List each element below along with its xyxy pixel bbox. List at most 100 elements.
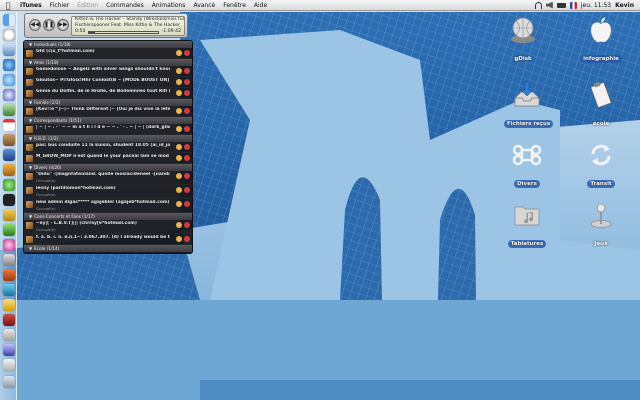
dock-msn-icon[interactable] <box>3 179 15 191</box>
block-status-icon[interactable] <box>184 68 190 74</box>
contact-row[interactable]: | ~ | ~ . · ' ~ ~ m a t h i l d e ~ ~ . … <box>24 124 192 135</box>
contact-row[interactable]: f. a. b. i. n. e.n.1~: 3.067.307. (d) I … <box>24 234 192 245</box>
desktop-icon-jeux[interactable]: Jeux <box>578 200 624 249</box>
block-status-icon[interactable] <box>184 187 190 193</box>
block-status-icon[interactable] <box>184 108 190 114</box>
disclosure-triangle-icon[interactable]: ▼ <box>29 117 32 124</box>
menubar-user[interactable]: Kevin <box>615 0 634 11</box>
desktop-icon-fichiers-recus[interactable]: Fichiers reçus <box>504 80 554 129</box>
dock-app-icon-21[interactable] <box>3 329 15 341</box>
menu-edition[interactable]: Édition <box>73 0 102 11</box>
menu-avance[interactable]: Avancé <box>189 0 219 11</box>
block-status-icon[interactable] <box>184 201 190 207</box>
contact-row[interactable]: pas: bus conduite 11 la kuisin, shudent … <box>24 142 192 153</box>
block-status-icon[interactable] <box>184 90 190 96</box>
block-status-icon[interactable] <box>184 79 190 85</box>
contact-row[interactable]: Gnnie du Dolfin. de m Hrolle, de Bollemn… <box>24 88 192 99</box>
dock-finder-icon[interactable] <box>3 14 15 26</box>
apple-menu-icon[interactable]:  <box>0 0 16 11</box>
desktop-icon-transit[interactable]: Transit <box>578 140 624 189</box>
contact-row[interactable]: ~ey|[ - L.B.V.T]||| (chrrsy[6*hotmail.co… <box>24 220 192 234</box>
msn-buddy-icon <box>176 201 182 207</box>
disclosure-triangle-icon[interactable]: ▼ <box>29 245 32 252</box>
contact-status: Occupé(e) <box>36 206 56 211</box>
dock-app-icon-14[interactable] <box>3 224 15 236</box>
disclosure-triangle-icon[interactable]: ▼ <box>29 164 32 171</box>
block-status-icon[interactable] <box>184 144 190 150</box>
menubar-clock[interactable]: jeu. 11:53 <box>581 0 611 11</box>
block-status-icon[interactable] <box>184 155 190 161</box>
dock-app-icon-17[interactable] <box>3 269 15 281</box>
contact-row[interactable]: Gfd (c|o_t*hotmail.com) <box>24 48 192 59</box>
play-pause-button[interactable]: ❚❚ <box>43 19 55 31</box>
dock-app-icon-18[interactable] <box>3 284 15 296</box>
menu-app-name[interactable]: iTunes <box>16 0 46 11</box>
dock-clock-icon[interactable] <box>3 29 15 41</box>
dock-ichat-icon[interactable] <box>3 74 15 86</box>
contact-group-header[interactable]: ▼ Correspondants (1/51) <box>24 117 192 124</box>
desktop-icon-tablatures[interactable]: Tablatures <box>504 200 550 249</box>
block-status-icon[interactable] <box>184 126 190 132</box>
block-status-icon[interactable] <box>184 222 190 228</box>
contact-group-header[interactable]: ▼ Individuals (1/18) <box>24 41 192 48</box>
contact-group-header[interactable]: ▼ R.B.D. (1/2) <box>24 135 192 142</box>
dock-terminal-icon[interactable] <box>3 194 15 206</box>
dock-mail-icon[interactable] <box>3 44 15 56</box>
contact-row[interactable]: "Didu" -[magnfatenland. quelle moslacide… <box>24 171 192 185</box>
dock-app-icon-13[interactable] <box>3 209 15 221</box>
dock-ical-icon[interactable] <box>3 119 15 131</box>
dock-app-icon-22[interactable] <box>3 344 15 356</box>
contact-group-header[interactable]: ▼ Amis (1/18) <box>24 59 192 66</box>
input-flag-icon[interactable] <box>569 1 577 9</box>
desktop-icon-label: gDisk <box>514 56 532 62</box>
block-status-icon[interactable] <box>184 236 190 242</box>
contact-row[interactable]: M_GROW_MOP n'est quand le your pacnal la… <box>24 153 192 164</box>
desktop-icon-divers[interactable]: Divers <box>504 140 550 189</box>
dock-safari-icon[interactable] <box>3 59 15 71</box>
track-progress-bar[interactable] <box>88 30 159 34</box>
itunes-lcd-display[interactable]: Kitten & The Hacker – Standy (Wreckelsmi… <box>71 16 185 36</box>
dock-app-icon-15[interactable] <box>3 239 15 251</box>
contact-group-header[interactable]: ▼ École (1/14) <box>24 245 192 252</box>
menu-commandes[interactable]: Commandes <box>102 0 148 11</box>
menu-animations[interactable]: Animations <box>148 0 190 11</box>
contact-row[interactable]: Gillier me helle! ... lor isomes out le … <box>24 252 192 253</box>
dock-photoshop-icon[interactable] <box>3 149 15 161</box>
dock-addressbook-icon[interactable] <box>3 134 15 146</box>
contact-group-header[interactable]: ▼ Famille (2/2) <box>24 99 192 106</box>
contact-row[interactable]: Gamedolose ~ Angelz with silver wings sh… <box>24 66 192 77</box>
volume-icon[interactable] <box>545 1 553 9</box>
contact-row[interactable]: [Kev!!e™]~|~ Think Different |~ [Oui je … <box>24 106 192 117</box>
dock-app-icon-23[interactable] <box>3 359 15 371</box>
dock-app-icon-20[interactable] <box>3 314 15 326</box>
contact-row[interactable]: Gloutos~ Pi!Gfoix!Hhr Conlost(B ~ [MODE … <box>24 77 192 88</box>
desktop-icon-infographie[interactable]: infographie <box>578 15 624 64</box>
dock-illustrator-icon[interactable] <box>3 164 15 176</box>
previous-track-button[interactable]: ◀◀ <box>29 19 41 31</box>
dock-itunes-icon[interactable] <box>3 89 15 101</box>
menu-aide[interactable]: Aide <box>250 0 271 11</box>
contact-row[interactable]: lesny (parlillomon*hotmail.com) Occupé(e) <box>24 185 192 199</box>
wifi-icon[interactable] <box>534 1 542 9</box>
menu-fichier[interactable]: Fichier <box>46 0 74 11</box>
next-track-button[interactable]: ▶▶ <box>57 19 69 31</box>
block-status-icon[interactable] <box>184 173 190 179</box>
contact-row[interactable]: new admin digas***** agajebler (agajeb*h… <box>24 199 192 213</box>
disclosure-triangle-icon[interactable]: ▼ <box>29 41 32 48</box>
battery-icon[interactable] <box>556 2 566 8</box>
disclosure-triangle-icon[interactable]: ▼ <box>29 59 32 66</box>
disclosure-triangle-icon[interactable]: ▼ <box>29 99 32 106</box>
contact-group-header[interactable]: ▼ Divers (4/26) <box>24 164 192 171</box>
dock-trash-icon[interactable] <box>3 376 15 388</box>
menu-fenetre[interactable]: Fenêtre <box>219 0 250 11</box>
disclosure-triangle-icon[interactable]: ▼ <box>29 135 32 142</box>
desktop-icon-ecole[interactable]: école <box>578 80 624 129</box>
dock-app-icon-16[interactable] <box>3 254 15 266</box>
elapsed-time: 0:54 <box>75 29 86 34</box>
disclosure-triangle-icon[interactable]: ▼ <box>29 213 32 220</box>
desktop-icon-idisk[interactable]: gDisk <box>500 15 546 64</box>
block-status-icon[interactable] <box>184 50 190 56</box>
contact-group-header[interactable]: ▼ Cons-Concerts et Fans (1/17) <box>24 213 192 220</box>
dock-app-icon-19[interactable] <box>3 299 15 311</box>
dock-iphoto-icon[interactable] <box>3 104 15 116</box>
